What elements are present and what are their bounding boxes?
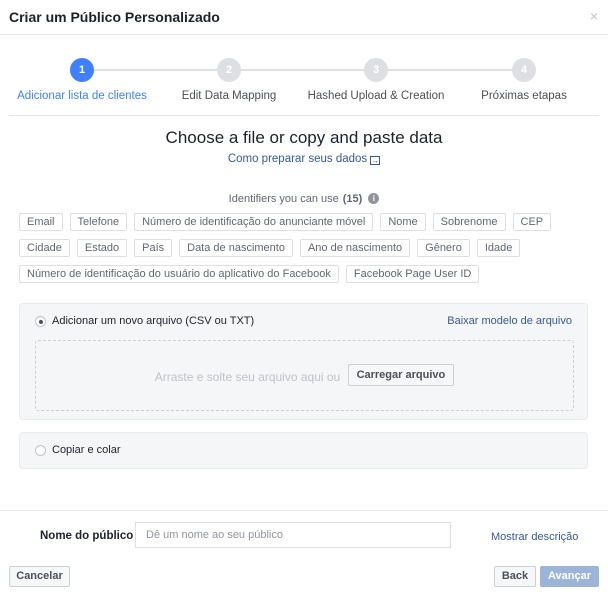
- step-3: 3 Hashed Upload & Creation: [296, 58, 456, 102]
- upload-file-radio[interactable]: [35, 316, 46, 327]
- identifier-chip: Gênero: [417, 239, 470, 257]
- identifier-chip: Estado: [76, 239, 128, 257]
- identifier-chip: Cidade: [19, 239, 70, 257]
- dropzone-text: Arraste e solte seu arquivo aqui ou: [154, 370, 341, 384]
- close-icon[interactable]: ×: [590, 9, 598, 23]
- identifier-chip: Número de identificação do anunciante mó…: [134, 213, 374, 231]
- step-4-circle: 4: [512, 58, 536, 82]
- copy-paste-panel[interactable]: Copiar e colar: [19, 432, 588, 469]
- back-button[interactable]: Back: [494, 566, 536, 587]
- dialog-header: Criar um Público Personalizado ×: [0, 0, 608, 35]
- identifier-chip: Telefone: [69, 213, 128, 231]
- copy-paste-option-label[interactable]: Copiar e colar: [52, 444, 120, 456]
- cancel-button[interactable]: Cancelar: [9, 566, 70, 587]
- upload-file-panel: Adicionar um novo arquivo (CSV ou TXT) B…: [19, 303, 588, 420]
- dialog-title: Criar um Público Personalizado: [9, 9, 220, 25]
- step-3-circle: 3: [364, 58, 388, 82]
- next-button[interactable]: Avançar: [540, 566, 599, 587]
- audience-name-input[interactable]: [135, 522, 451, 548]
- download-template-link[interactable]: Baixar modelo de arquivo: [447, 315, 572, 327]
- step-2-label: Edit Data Mapping: [181, 90, 277, 102]
- chip-row: Número de identificação do usuário do ap…: [19, 265, 589, 283]
- step-1: 1 Adicionar lista de clientes: [2, 58, 162, 102]
- identifier-chip: País: [134, 239, 173, 257]
- file-dropzone[interactable]: Arraste e solte seu arquivo aqui ou Carr…: [35, 340, 574, 411]
- identifier-chip: Email: [19, 213, 63, 231]
- copy-paste-radio[interactable]: [35, 445, 46, 456]
- identifiers-count: (15): [342, 193, 363, 205]
- header-divider: [9, 115, 599, 116]
- identifier-chip: Ano de nascimento: [299, 239, 411, 257]
- step-1-circle: 1: [70, 58, 94, 82]
- identifier-chip: CEP: [512, 213, 552, 231]
- identifier-chips: Email Telefone Número de identificação d…: [19, 213, 589, 291]
- upload-file-button[interactable]: Carregar arquivo: [347, 364, 455, 386]
- step-4-label: Próximas etapas: [481, 90, 567, 102]
- identifier-chip: Data de nascimento: [179, 239, 293, 257]
- show-description-link[interactable]: Mostrar descrição: [491, 531, 578, 543]
- audience-name-label: Nome do público: [40, 530, 134, 542]
- identifier-chip: Número de identificação do usuário do ap…: [19, 265, 339, 283]
- step-1-label: Adicionar lista de clientes: [17, 90, 147, 102]
- upload-file-option-label[interactable]: Adicionar um novo arquivo (CSV ou TXT): [52, 315, 254, 327]
- info-icon[interactable]: i: [368, 193, 380, 204]
- prepare-data-link[interactable]: Como preparar seus dados →: [0, 153, 608, 165]
- step-4: 4 Próximas etapas: [444, 58, 604, 102]
- footer-divider: [0, 510, 608, 511]
- chip-row: Cidade Estado País Data de nascimento An…: [19, 239, 589, 257]
- identifiers-label: Identifiers you can use: [228, 193, 339, 205]
- step-3-label: Hashed Upload & Creation: [307, 90, 445, 102]
- step-2-circle: 2: [217, 58, 241, 82]
- identifier-chip: Facebook Page User ID: [345, 265, 480, 283]
- section-title: Choose a file or copy and paste data: [165, 128, 443, 147]
- identifier-chip: Nome: [380, 213, 426, 231]
- identifiers-heading: Identifiers you can use (15) i: [0, 193, 608, 205]
- prepare-data-link-text[interactable]: Como preparar seus dados: [228, 153, 367, 165]
- step-2: 2 Edit Data Mapping: [149, 58, 309, 102]
- chip-row: Email Telefone Número de identificação d…: [19, 213, 589, 231]
- progress-stepper: 1 Adicionar lista de clientes 2 Edit Dat…: [0, 58, 608, 108]
- identifier-chip: Sobrenome: [432, 213, 506, 231]
- external-link-icon: →: [370, 156, 381, 165]
- identifier-chip: Idade: [476, 239, 521, 257]
